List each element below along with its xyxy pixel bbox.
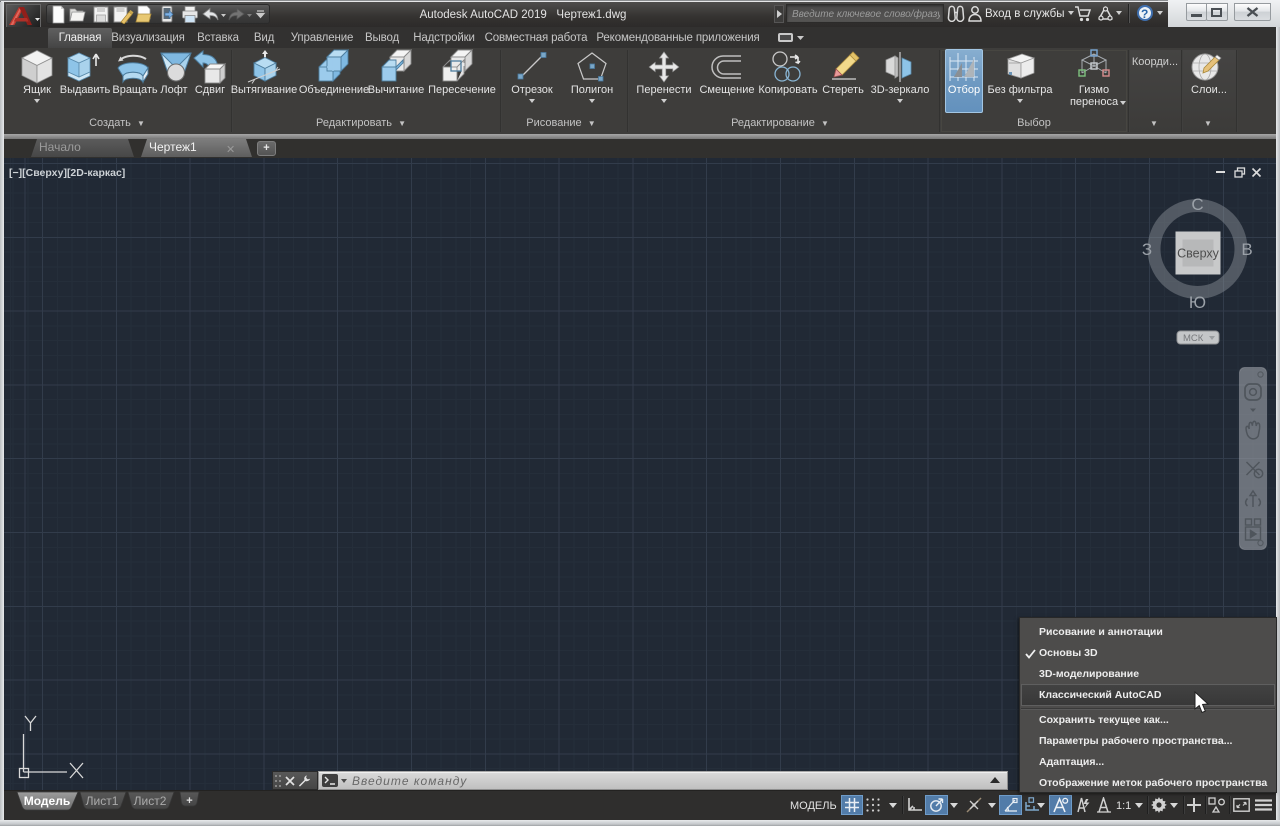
svg-text:Лист1: Лист1 [86,794,119,808]
svg-text:В: В [1241,240,1252,259]
svg-text:+: + [186,795,192,807]
svg-text:Лист2: Лист2 [134,794,167,808]
svg-text:МСК: МСК [1183,333,1204,344]
svg-text:Модель: Модель [24,794,70,808]
svg-text:З: З [1142,240,1152,259]
svg-text:С: С [1191,195,1203,214]
svg-text:Ю: Ю [1189,293,1206,312]
svg-text:Сверху: Сверху [1177,247,1220,261]
